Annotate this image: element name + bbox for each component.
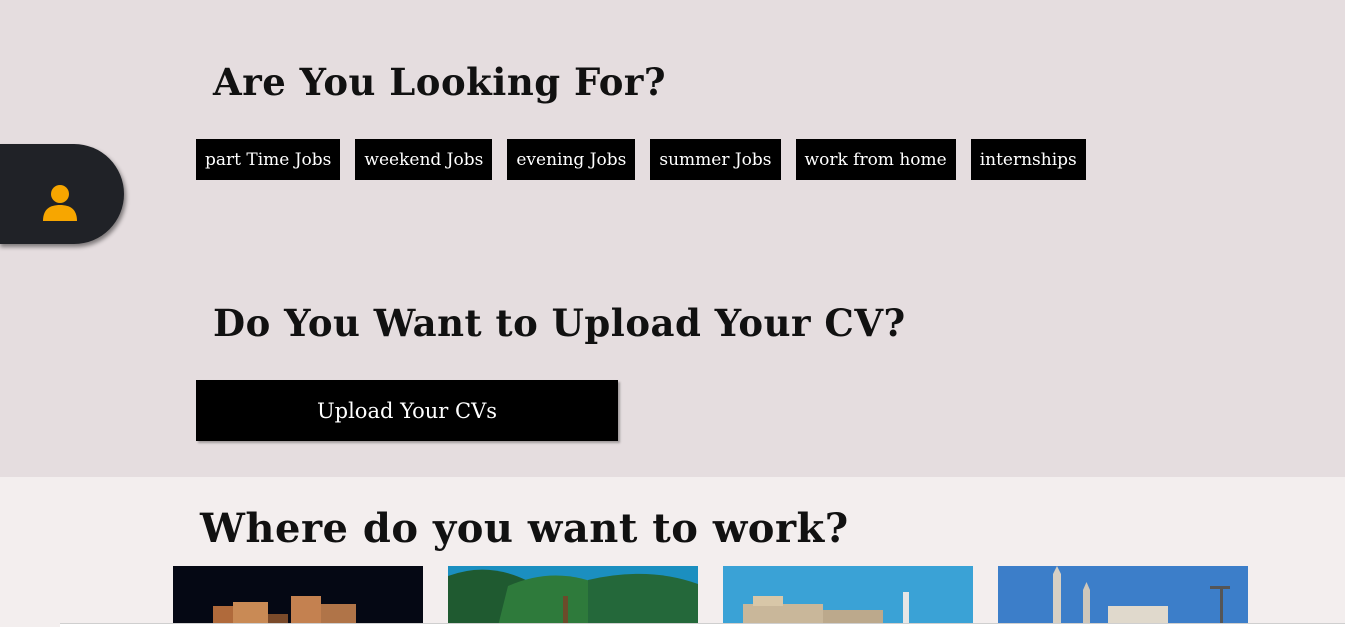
city-card-3[interactable] bbox=[723, 566, 973, 626]
city-card-2[interactable] bbox=[448, 566, 698, 626]
user-side-tab[interactable] bbox=[0, 144, 124, 244]
where-to-work-heading: Where do you want to work? bbox=[200, 505, 849, 552]
mosque-minarets-image bbox=[998, 566, 1248, 626]
user-icon bbox=[43, 185, 77, 221]
chip-evening-jobs[interactable]: evening Jobs bbox=[507, 139, 636, 180]
job-type-chips: part Time Jobs weekend Jobs evening Jobs… bbox=[196, 139, 1086, 180]
palm-trees-image bbox=[448, 566, 698, 626]
city-card-1[interactable] bbox=[173, 566, 423, 626]
chip-summer-jobs[interactable]: summer Jobs bbox=[650, 139, 781, 180]
chip-internships[interactable]: internships bbox=[970, 139, 1086, 180]
chip-work-from-home[interactable]: work from home bbox=[795, 139, 956, 180]
bottom-bar bbox=[60, 623, 1345, 627]
upload-cv-heading: Do You Want to Upload Your CV? bbox=[213, 301, 906, 345]
upload-cv-button[interactable]: Upload Your CVs bbox=[196, 380, 618, 441]
fortress-coast-image bbox=[723, 566, 973, 626]
looking-for-heading: Are You Looking For? bbox=[213, 60, 667, 104]
city-skyline-night-image bbox=[173, 566, 423, 626]
chip-weekend-jobs[interactable]: weekend Jobs bbox=[355, 139, 493, 180]
city-cards bbox=[173, 566, 1248, 626]
chip-part-time-jobs[interactable]: part Time Jobs bbox=[196, 139, 341, 180]
city-card-4[interactable] bbox=[998, 566, 1248, 626]
